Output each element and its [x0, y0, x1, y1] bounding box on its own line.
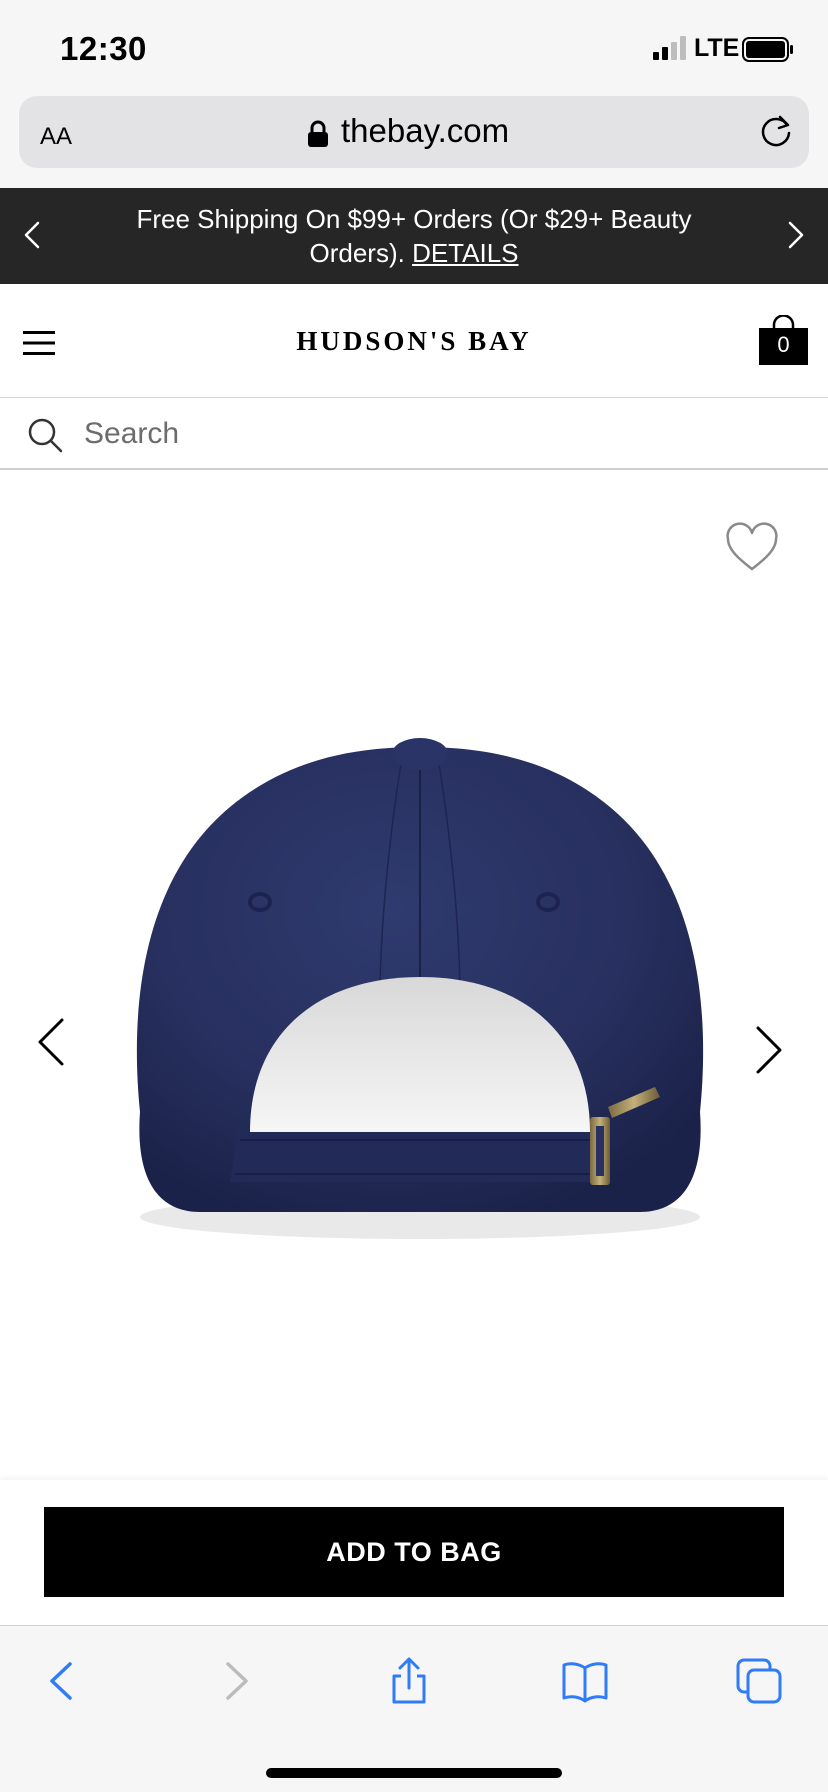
bag-count: 0	[777, 332, 790, 357]
url-text: thebay.com	[341, 112, 510, 149]
browser-address-area: AA thebay.com	[0, 92, 828, 188]
product-gallery	[0, 472, 828, 1480]
home-indicator	[266, 1768, 562, 1778]
back-icon[interactable]	[38, 1656, 88, 1706]
site-header: HUDSON'S BAY 0	[0, 284, 828, 398]
cellular-signal-icon	[653, 36, 686, 60]
lock-icon	[308, 120, 328, 147]
promo-banner: Free Shipping On $99+ Orders (Or $29+ Be…	[0, 188, 828, 284]
search-icon	[28, 418, 63, 453]
hudsons-bay-logo[interactable]: HUDSON'S BAY	[0, 326, 828, 357]
tabs-icon[interactable]	[734, 1656, 784, 1706]
chevron-left-icon[interactable]	[14, 215, 50, 255]
add-to-bag-area: ADD TO BAG	[0, 1480, 828, 1626]
share-icon[interactable]	[384, 1656, 434, 1706]
promo-details-link[interactable]: DETAILS	[412, 238, 518, 268]
search-bar	[0, 398, 828, 470]
promo-message: Free Shipping On $99+ Orders (Or $29+ Be…	[90, 202, 738, 270]
product-image[interactable]	[120, 712, 720, 1262]
status-bar: 12:30 LTE	[0, 0, 828, 92]
browser-toolbar	[0, 1626, 828, 1792]
chevron-right-icon[interactable]	[778, 215, 814, 255]
forward-icon[interactable]	[210, 1656, 260, 1706]
bookmarks-icon[interactable]	[560, 1656, 610, 1706]
address-bar[interactable]: AA thebay.com	[19, 96, 809, 168]
search-input[interactable]	[84, 412, 784, 456]
chevron-left-icon[interactable]	[32, 1012, 72, 1072]
chevron-right-icon[interactable]	[748, 1020, 788, 1080]
status-time: 12:30	[60, 30, 147, 67]
add-to-bag-button[interactable]: ADD TO BAG	[44, 1507, 784, 1597]
text-size-button[interactable]: AA	[40, 115, 72, 152]
text-size-label: AA	[40, 123, 73, 150]
heart-icon[interactable]	[724, 522, 780, 574]
reload-icon[interactable]	[757, 113, 795, 151]
battery-icon	[742, 37, 793, 62]
network-type: LTE	[694, 34, 740, 62]
